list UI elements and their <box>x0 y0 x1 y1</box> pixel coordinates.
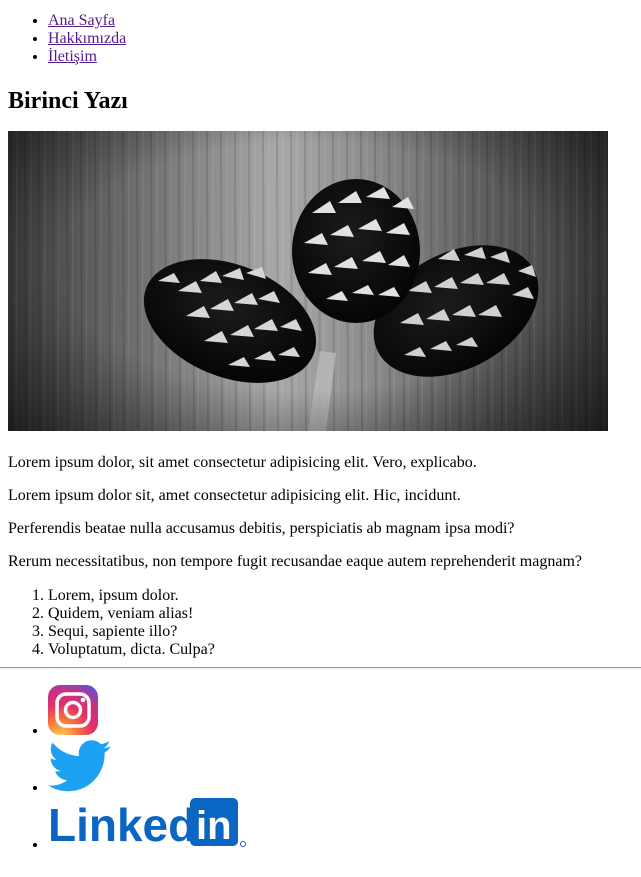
social-item-linkedin: Linked in <box>48 797 633 854</box>
list-item: Quidem, veniam alias! <box>48 605 633 623</box>
nav-item-contact: İletişim <box>48 48 633 66</box>
list-item: Voluptatum, dicta. Culpa? <box>48 641 633 659</box>
main-nav: Ana Sayfa Hakkımızda İletişim <box>8 12 633 66</box>
list-item: Lorem, ipsum dolor. <box>48 587 633 605</box>
paragraph: Lorem ipsum dolor, sit amet consectetur … <box>8 454 477 471</box>
nav-link-about[interactable]: Hakkımızda <box>48 30 126 47</box>
social-links: Linked in <box>8 685 633 854</box>
paragraph: Lorem ipsum dolor sit, amet consectetur … <box>8 487 461 504</box>
social-item-instagram <box>48 685 633 740</box>
divider <box>0 667 641 669</box>
ordered-list: Lorem, ipsum dolor. Quidem, veniam alias… <box>8 587 633 659</box>
paragraph: Rerum necessitatibus, non tempore fugit … <box>8 553 582 570</box>
post-title: Birinci Yazı <box>8 88 128 114</box>
list-item: Sequi, sapiente illo? <box>48 623 633 641</box>
linkedin-in-badge: in <box>196 804 232 848</box>
paragraph: Perferendis beatae nulla accusamus debit… <box>8 520 515 537</box>
page: Ana Sayfa Hakkımızda İletişim Birinci Ya… <box>0 12 641 659</box>
instagram-icon[interactable] <box>48 685 98 740</box>
social-item-twitter <box>48 740 633 797</box>
linkedin-logo[interactable]: Linked in <box>48 797 248 854</box>
footer: Linked in <box>0 685 641 854</box>
twitter-bird-icon[interactable] <box>48 740 112 797</box>
nav-link-home[interactable]: Ana Sayfa <box>48 12 115 29</box>
nav-link-contact[interactable]: İletişim <box>48 48 97 65</box>
pine-cones-image <box>8 131 608 431</box>
nav-item-about: Hakkımızda <box>48 30 633 48</box>
post-image <box>8 131 608 431</box>
nav-item-home: Ana Sayfa <box>48 12 633 30</box>
linkedin-wordmark: Linked <box>48 799 196 849</box>
